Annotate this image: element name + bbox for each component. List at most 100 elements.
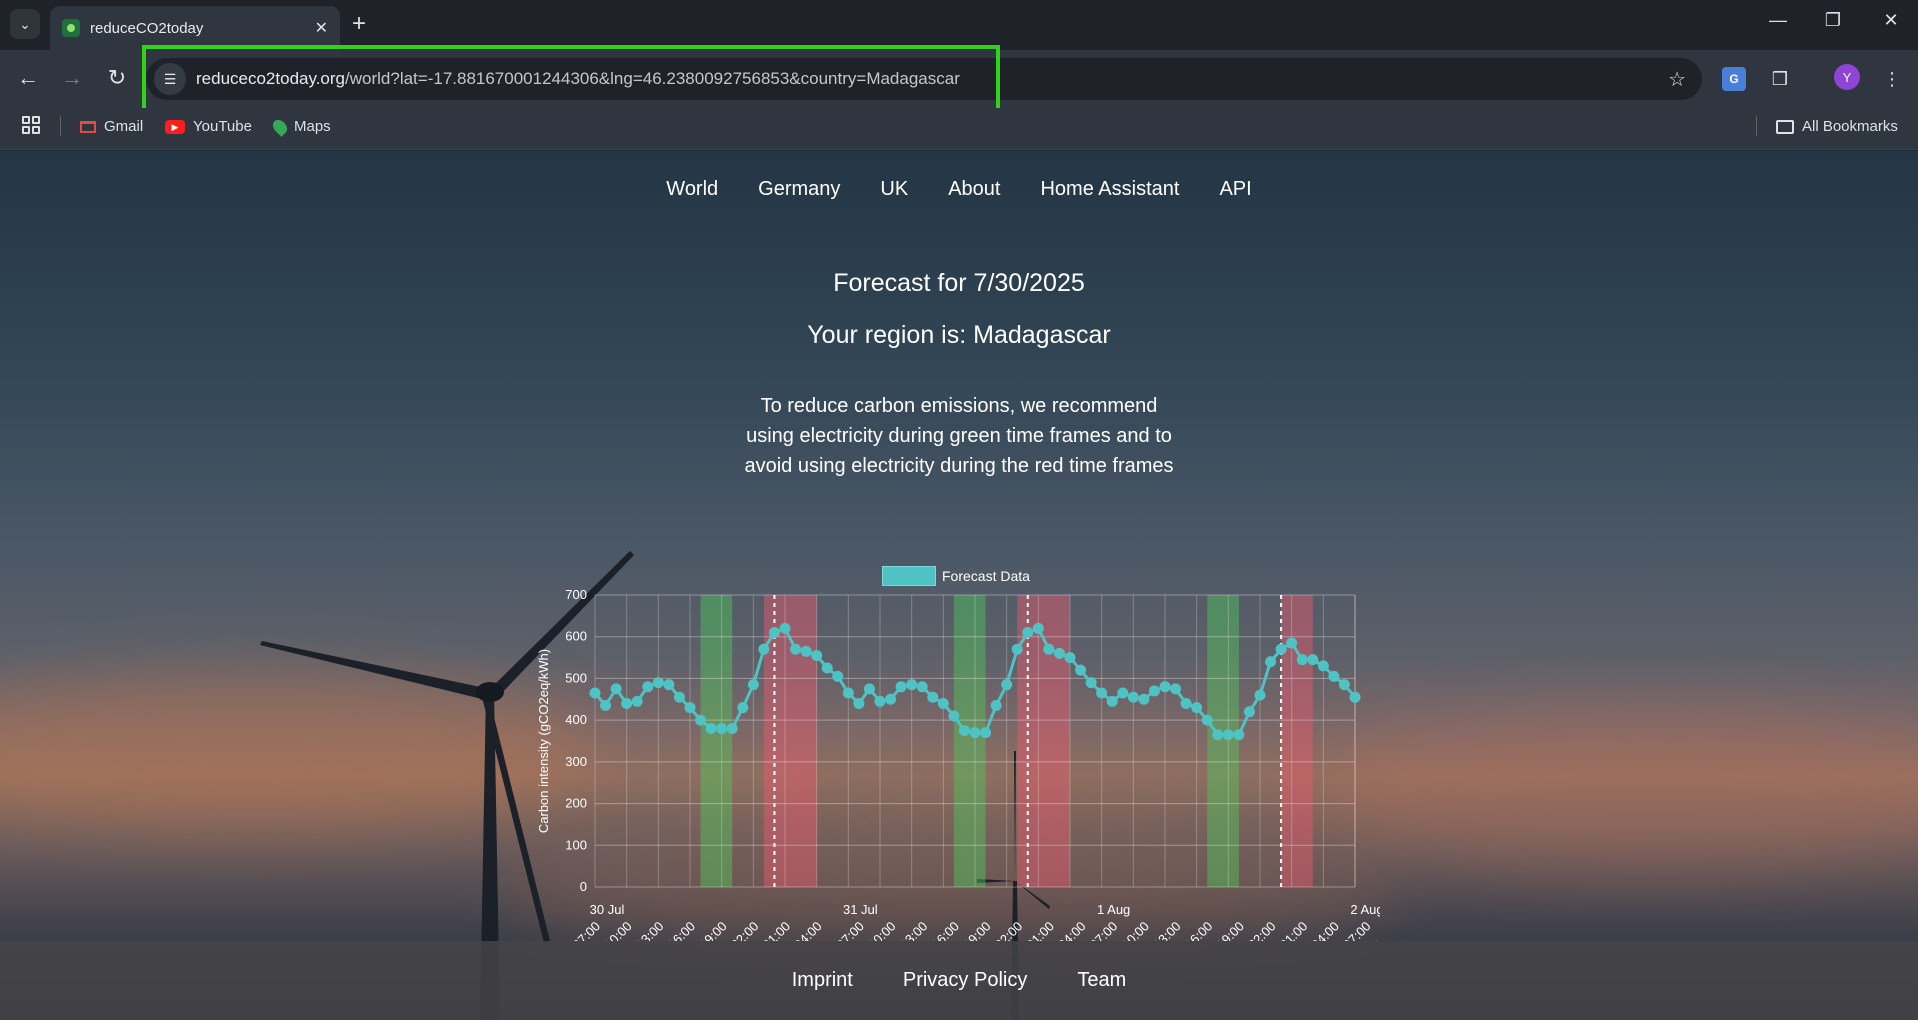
apps-grid-icon[interactable] xyxy=(22,116,40,134)
x-time-tick-label: 22:00 xyxy=(1245,919,1279,941)
nav-home-assistant[interactable]: Home Assistant xyxy=(1040,178,1179,201)
nav-about[interactable]: About xyxy=(948,178,1000,201)
chart-svg: 0 100 200 300 400 500 600 700 Carbon intensity (… xyxy=(536,587,1437,952)
x-time-tick-label: 13:00 xyxy=(1150,919,1184,941)
bookmark-maps[interactable]: Maps xyxy=(270,116,331,137)
legend-label: Forecast Data xyxy=(942,568,1030,584)
forecast-data-point xyxy=(874,695,886,707)
forecast-data-point xyxy=(948,710,960,722)
forecast-data-point xyxy=(1106,695,1118,707)
nav-germany[interactable]: Germany xyxy=(758,178,840,201)
forward-arrow-icon[interactable]: → xyxy=(58,66,86,90)
forecast-data-point xyxy=(958,725,970,737)
y-tick-label: 300 xyxy=(565,754,587,769)
new-tab-button[interactable]: + xyxy=(352,10,366,38)
site-footer: Imprint Privacy Policy Team xyxy=(0,941,1918,1020)
x-time-tick-label: 19:00 xyxy=(960,919,994,941)
bookmark-gmail-label: Gmail xyxy=(104,118,144,135)
close-window-icon[interactable]: ✕ xyxy=(1876,10,1906,31)
back-arrow-icon[interactable]: ← xyxy=(14,66,42,90)
y-tick-label: 400 xyxy=(565,712,587,727)
y-tick-label: 200 xyxy=(565,796,587,811)
profile-avatar[interactable]: Y xyxy=(1834,64,1860,90)
recommendation-text: To reduce carbon emissions, we recommend… xyxy=(709,391,1209,481)
x-time-tick-label: 16:00 xyxy=(1182,919,1216,941)
forecast-data-point xyxy=(621,697,633,709)
x-time-tick-label: 07:00 xyxy=(570,919,604,941)
forecast-data-point xyxy=(1328,670,1340,682)
forecast-chart: Forecast Data 0 100 200 300 400 500 600 700 Carb… xyxy=(520,561,1437,952)
forecast-data-point xyxy=(811,649,823,661)
region-title: Your region is: Madagascar xyxy=(807,321,1111,349)
forecast-data-point xyxy=(1296,654,1308,666)
x-time-tick-label: 19:00 xyxy=(1213,919,1247,941)
y-tick-label: 100 xyxy=(565,837,587,852)
x-time-tick-label: 10:00 xyxy=(601,919,635,941)
footer-imprint-link[interactable]: Imprint xyxy=(792,969,853,992)
bookmark-star-icon[interactable]: ☆ xyxy=(1668,67,1686,92)
close-tab-icon[interactable]: ✕ xyxy=(315,18,328,38)
bookmark-divider xyxy=(60,116,61,136)
forecast-data-point xyxy=(1275,643,1287,655)
x-time-tick-label: 04:00 xyxy=(1308,919,1342,941)
forecast-data-point xyxy=(1243,706,1255,718)
reload-icon[interactable]: ↻ xyxy=(103,66,131,90)
nav-world[interactable]: World xyxy=(666,178,718,201)
forecast-data-point xyxy=(1022,627,1034,639)
forecast-data-point xyxy=(652,677,664,689)
forecast-data-point xyxy=(1170,683,1182,695)
forecast-data-point xyxy=(1075,664,1087,676)
forecast-data-point xyxy=(768,627,780,639)
site-favicon-icon xyxy=(62,19,80,37)
forecast-data-point xyxy=(1085,677,1097,689)
active-tab[interactable]: reduceCO2today ✕ xyxy=(50,6,340,50)
forecast-data-point xyxy=(1159,681,1171,693)
tab-search-button[interactable]: ⌄ xyxy=(10,9,40,39)
forecast-data-point xyxy=(885,693,897,705)
bookmark-gmail[interactable]: Gmail xyxy=(80,118,143,135)
forecast-data-point xyxy=(790,643,802,655)
extensions-icon[interactable]: ❒ xyxy=(1768,67,1792,91)
forecast-data-point xyxy=(980,727,992,739)
legend-swatch xyxy=(882,566,936,586)
forecast-data-point xyxy=(737,702,749,714)
tab-strip: ⌄ reduceCO2today ✕ + — ❐ ✕ xyxy=(0,0,1918,50)
x-time-tick-label: 07:00 xyxy=(1340,919,1374,941)
restore-icon[interactable]: ❐ xyxy=(1818,10,1848,31)
nav-uk[interactable]: UK xyxy=(880,178,908,201)
forecast-data-point xyxy=(853,697,865,709)
x-time-tick-label: 01:00 xyxy=(1023,919,1057,941)
forecast-data-point xyxy=(663,679,675,691)
forecast-data-point xyxy=(1117,687,1129,699)
translate-icon[interactable]: G xyxy=(1722,67,1746,91)
nav-api[interactable]: API xyxy=(1219,178,1251,201)
x-time-tick-label: 04:00 xyxy=(791,919,825,941)
all-bookmarks[interactable]: All Bookmarks xyxy=(1776,118,1898,135)
forecast-data-point xyxy=(800,645,812,657)
y-tick-label: 700 xyxy=(565,587,587,602)
more-menu-icon[interactable]: ⋮ xyxy=(1880,67,1904,91)
green-time-band xyxy=(700,595,733,887)
forecast-data-point xyxy=(1001,679,1013,691)
x-date-label: 2 Aug xyxy=(1350,902,1380,917)
forecast-data-point xyxy=(821,662,833,674)
forecast-data-point xyxy=(673,691,685,703)
forecast-data-point xyxy=(1212,729,1224,741)
x-time-tick-label: 13:00 xyxy=(897,919,931,941)
forecast-data-point xyxy=(1265,656,1277,668)
forecast-data-point xyxy=(842,687,854,699)
forecast-data-point xyxy=(716,722,728,734)
footer-team-link[interactable]: Team xyxy=(1077,969,1126,992)
forecast-data-point xyxy=(1201,714,1213,726)
forecast-data-point xyxy=(1286,637,1298,649)
x-time-tick-label: 19:00 xyxy=(696,919,730,941)
green-time-band xyxy=(953,595,986,887)
chart-legend[interactable]: Forecast Data xyxy=(882,566,1030,586)
footer-privacy-link[interactable]: Privacy Policy xyxy=(903,969,1027,992)
y-tick-label: 0 xyxy=(580,879,587,894)
bookmark-youtube[interactable]: ▶ YouTube xyxy=(165,118,252,135)
minimize-icon[interactable]: — xyxy=(1763,10,1793,31)
forecast-data-point xyxy=(1317,660,1329,672)
forecast-data-point xyxy=(1148,685,1160,697)
forecast-data-point xyxy=(642,681,654,693)
